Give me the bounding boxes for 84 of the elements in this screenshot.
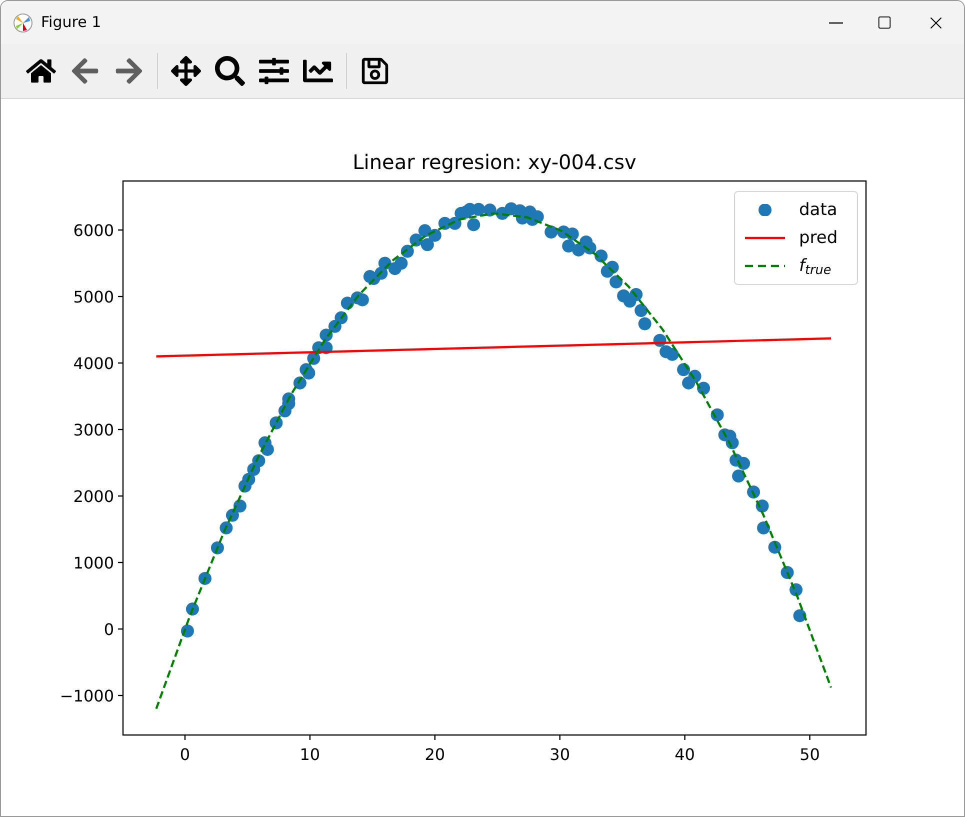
data-point [610, 275, 623, 288]
data-point [302, 366, 316, 380]
data-point [260, 442, 274, 456]
window-title: Figure 1 [41, 12, 102, 34]
data-point [483, 204, 496, 217]
legend-label: f$_{true}$ [799, 258, 832, 274]
y-tick-label: 6000 [73, 221, 114, 240]
right-arrow-icon [114, 56, 144, 86]
data-point [666, 348, 679, 361]
data-point [747, 486, 760, 499]
y-tick-label: −1000 [60, 686, 114, 706]
y-tick-label: 4000 [73, 354, 114, 373]
data-point [356, 293, 369, 306]
data-point [394, 256, 408, 270]
data-point [544, 226, 558, 238]
x-tick-label: 40 [674, 745, 695, 764]
x-tick-label: 20 [424, 745, 446, 764]
data-point [307, 352, 320, 365]
minimize-icon [829, 22, 843, 24]
search-icon [215, 56, 245, 86]
legend-marker-icon [758, 204, 772, 216]
app-logo-icon [13, 12, 33, 32]
data-point [400, 244, 414, 258]
data-point [653, 334, 666, 347]
sliders-icon [259, 56, 289, 86]
data-point [448, 216, 462, 230]
data-point [320, 341, 333, 354]
legend-line-icon [745, 236, 785, 240]
chart-title: Linear regresion: xy-004.csv [352, 150, 636, 174]
y-tick-label: 0 [104, 620, 114, 639]
data-point [768, 540, 782, 554]
data-point [790, 583, 803, 596]
data-point [566, 228, 579, 240]
x-tick-label: 30 [550, 745, 570, 764]
data-point [428, 228, 442, 242]
data-point [732, 470, 746, 483]
data-point [180, 624, 194, 638]
data-point [726, 436, 739, 450]
y-tick-label: 3000 [73, 420, 114, 440]
left-arrow-icon [70, 56, 100, 86]
data-point [606, 260, 619, 274]
x-tick-label: 10 [300, 745, 320, 764]
y-tick-label: 1000 [73, 554, 114, 572]
data-point [583, 241, 596, 254]
legend-label: pred [799, 230, 838, 246]
data-point [562, 239, 576, 252]
y-tick-label: 2000 [73, 487, 114, 506]
data-point [418, 224, 432, 238]
data-point [638, 317, 652, 330]
data-point [710, 408, 724, 422]
data-point [252, 454, 266, 468]
data-point [757, 521, 770, 534]
data-point [186, 602, 199, 616]
data-point [756, 499, 769, 512]
data-point [226, 508, 239, 522]
x-tick-label: 50 [800, 745, 820, 764]
data-point [793, 609, 806, 622]
data-point [420, 238, 434, 252]
data-point [780, 566, 794, 579]
data-point [688, 370, 702, 383]
x-tick-label: 0 [180, 745, 190, 764]
y-tick-label: 5000 [73, 288, 114, 306]
data-point [334, 311, 348, 324]
data-point [697, 382, 710, 395]
data-point [220, 521, 233, 534]
data-point [270, 416, 283, 430]
data-point [677, 363, 690, 376]
data-point [210, 541, 224, 554]
data-point [378, 256, 392, 270]
legend-label: data [799, 202, 838, 218]
data-point [467, 218, 480, 232]
data-point [594, 249, 608, 262]
legend-dashed-line-icon [745, 264, 785, 268]
data-point [320, 328, 333, 342]
data-point [472, 202, 486, 216]
move-icon [171, 56, 201, 86]
data-point [198, 572, 212, 585]
data-point [630, 288, 643, 302]
data-point [634, 304, 648, 317]
data-point [233, 499, 246, 512]
maximize-icon [876, 15, 892, 30]
data-point [340, 296, 354, 310]
data-point [737, 456, 750, 470]
data-point [293, 376, 306, 390]
